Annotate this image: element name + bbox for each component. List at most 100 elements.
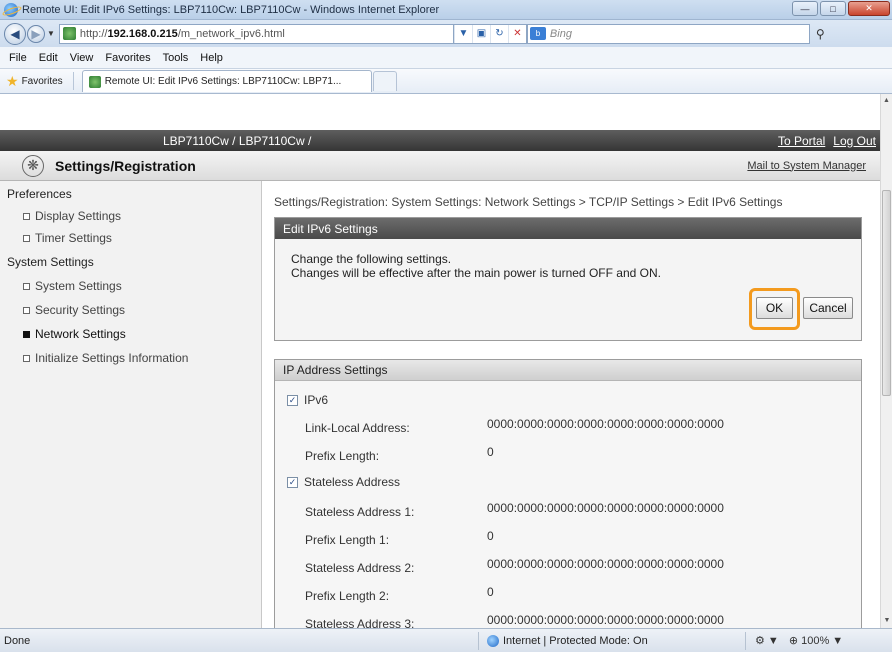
forward-button[interactable]: ▶	[27, 24, 45, 43]
bullet-icon	[23, 212, 30, 220]
favorites-button[interactable]: Favorites	[22, 76, 63, 87]
stateless-address-label: Stateless Address	[304, 475, 401, 489]
ok-button[interactable]: OK	[756, 297, 793, 319]
divider	[478, 632, 479, 650]
maximize-button[interactable]: □	[820, 1, 846, 16]
divider	[72, 72, 74, 90]
stateless-address-checkbox[interactable]: ✓	[287, 477, 298, 488]
to-portal-link[interactable]: To Portal	[778, 134, 825, 148]
back-arrow-icon: ◀	[10, 26, 20, 41]
bullet-active-icon	[23, 330, 30, 338]
menu-view[interactable]: View	[64, 52, 100, 64]
stop-icon[interactable]: ✕	[507, 24, 526, 43]
stateless-address-3-value: 0000:0000:0000:0000:0000:0000:0000:0000	[487, 613, 724, 627]
cancel-button[interactable]: Cancel	[803, 297, 853, 319]
log-out-link[interactable]: Log Out	[833, 134, 876, 148]
prefix-length-value: 0	[487, 445, 494, 459]
favorites-star-icon[interactable]: ★	[6, 73, 19, 90]
sidebar-item-timer-settings[interactable]: Timer Settings	[23, 231, 112, 245]
vertical-scrollbar[interactable]: ▲ ▼	[880, 94, 892, 628]
bullet-icon	[23, 354, 30, 362]
search-placeholder: Bing	[549, 27, 572, 40]
internet-explorer-icon	[4, 2, 18, 17]
main-content: Settings/Registration: System Settings: …	[262, 181, 880, 628]
sidebar-section-system-settings[interactable]: System Settings	[7, 255, 94, 269]
ip-address-settings-panel: IP Address Settings ✓ IPv6 Link-Local Ad…	[274, 359, 862, 628]
favorites-bar: ★ Favorites Remote UI: Edit IPv6 Setting…	[0, 69, 892, 94]
compatibility-view-icon[interactable]: ▣	[471, 24, 490, 43]
bing-icon: b	[529, 27, 546, 40]
search-input[interactable]: b Bing	[526, 23, 810, 44]
address-input[interactable]: http://192.168.0.215/m_network_ipv6.html	[58, 23, 454, 44]
window-controls: — □ ✕	[792, 1, 890, 16]
link-local-value: 0000:0000:0000:0000:0000:0000:0000:0000	[487, 417, 724, 431]
recent-pages-dropdown[interactable]: ▼	[47, 29, 55, 38]
refresh-icon[interactable]: ↻	[489, 24, 508, 43]
message-line-2: Changes will be effective after the main…	[291, 266, 661, 280]
menu-tools[interactable]: Tools	[157, 52, 195, 64]
address-toolbar: ◀ ▶ ▼ http://192.168.0.215/m_network_ipv…	[0, 20, 892, 47]
printer-model: LBP7110Cw / LBP7110Cw /	[163, 133, 312, 148]
tab-title: Remote UI: Edit IPv6 Settings: LBP7110Cw…	[104, 76, 342, 87]
close-button[interactable]: ✕	[848, 1, 890, 16]
url-prefix: http://	[79, 27, 108, 40]
page-title: Settings/Registration	[55, 157, 196, 174]
bullet-icon	[23, 282, 30, 290]
sidebar-item-security-settings[interactable]: Security Settings	[23, 303, 125, 317]
zoom-control[interactable]: ⊕ 100% ▼	[789, 634, 843, 647]
bullet-icon	[23, 234, 30, 242]
panel-message: Change the following settings. Changes w…	[291, 252, 661, 280]
prefix-length-1-label: Prefix Length 1:	[305, 533, 390, 547]
security-zone[interactable]: Internet | Protected Mode: On	[487, 634, 648, 647]
globe-icon	[487, 634, 499, 647]
top-links: To Portal Log Out	[778, 134, 876, 148]
sidebar-item-initialize-settings[interactable]: Initialize Settings Information	[23, 351, 188, 365]
window-titlebar: Remote UI: Edit IPv6 Settings: LBP7110Cw…	[0, 0, 892, 20]
browser-tab[interactable]: Remote UI: Edit IPv6 Settings: LBP7110Cw…	[81, 70, 372, 92]
minimize-button[interactable]: —	[792, 1, 818, 16]
url-path: /m_network_ipv6.html	[177, 27, 285, 40]
scroll-down-icon[interactable]: ▼	[881, 614, 892, 628]
sidebar-item-display-settings[interactable]: Display Settings	[23, 209, 121, 223]
panel-title: IP Address Settings	[275, 360, 861, 381]
message-line-1: Change the following settings.	[291, 252, 452, 266]
zoom-level: 100%	[801, 635, 830, 647]
settings-gear-icon: ❋	[22, 154, 44, 177]
status-text: Done	[4, 634, 31, 647]
menu-help[interactable]: Help	[194, 52, 229, 64]
link-local-label: Link-Local Address:	[305, 421, 410, 435]
address-dropdown-icon[interactable]: ▼	[453, 24, 472, 43]
prefix-length-1-value: 0	[487, 529, 494, 543]
menu-favorites[interactable]: Favorites	[99, 52, 156, 64]
sidebar-section-preferences[interactable]: Preferences	[7, 187, 72, 201]
web-page: LBP7110Cw / LBP7110Cw / To Portal Log Ou…	[0, 94, 880, 628]
window-title: Remote UI: Edit IPv6 Settings: LBP7110Cw…	[22, 3, 440, 16]
sidebar: Preferences Display Settings Timer Setti…	[0, 181, 262, 628]
sidebar-item-label: Security Settings	[35, 303, 126, 317]
new-tab-button[interactable]	[372, 71, 397, 91]
sidebar-item-system-settings[interactable]: System Settings	[23, 279, 122, 293]
sidebar-item-label: Initialize Settings Information	[35, 351, 189, 365]
mail-to-system-manager-link[interactable]: Mail to System Manager	[747, 160, 866, 172]
ipv6-checkbox[interactable]: ✓	[287, 395, 298, 406]
scroll-thumb[interactable]	[882, 190, 891, 396]
menu-edit[interactable]: Edit	[33, 52, 64, 64]
panel-title: Edit IPv6 Settings	[275, 218, 861, 239]
breadcrumb: Settings/Registration: System Settings: …	[274, 195, 783, 209]
page-tools-icon[interactable]: ⚙ ▼	[755, 634, 779, 647]
ipv6-label: IPv6	[304, 393, 329, 407]
menu-file[interactable]: File	[3, 52, 33, 64]
stateless-address-2-value: 0000:0000:0000:0000:0000:0000:0000:0000	[487, 557, 724, 571]
top-strip: LBP7110Cw / LBP7110Cw / To Portal Log Ou…	[0, 130, 880, 151]
bullet-icon	[23, 306, 30, 314]
scroll-up-icon[interactable]: ▲	[881, 94, 892, 108]
stateless-address-1-value: 0000:0000:0000:0000:0000:0000:0000:0000	[487, 501, 724, 515]
prefix-length-2-label: Prefix Length 2:	[305, 589, 390, 603]
sidebar-item-label: Network Settings	[35, 327, 126, 341]
stateless-address-2-label: Stateless Address 2:	[305, 561, 415, 575]
page-header: ❋ Settings/Registration Mail to System M…	[0, 151, 880, 181]
search-icon[interactable]: ⚲	[816, 27, 825, 41]
status-tools: ⚙ ▼ ⊕ 100% ▼	[755, 634, 843, 647]
back-button[interactable]: ◀	[4, 22, 26, 45]
sidebar-item-network-settings[interactable]: Network Settings	[23, 327, 126, 341]
